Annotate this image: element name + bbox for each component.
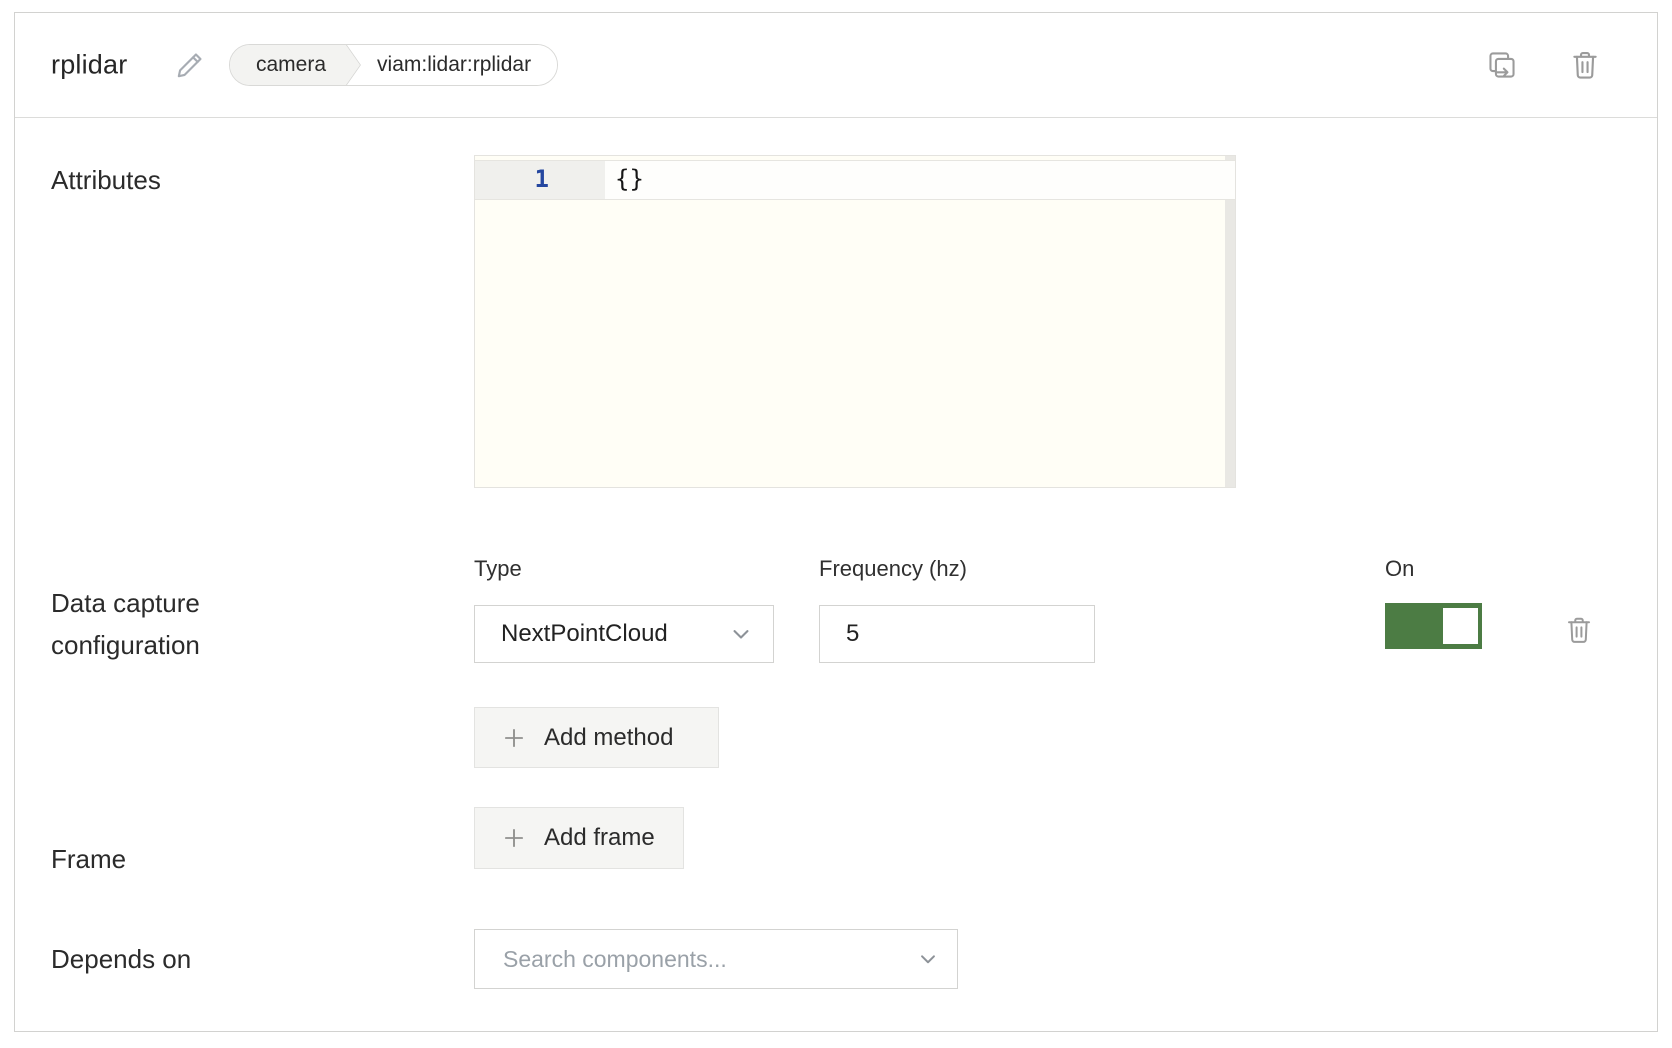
trash-icon <box>1563 614 1595 646</box>
duplicate-icon <box>1485 48 1519 82</box>
frequency-input[interactable] <box>819 605 1095 663</box>
trash-icon <box>1568 48 1602 82</box>
capture-on-toggle[interactable] <box>1385 603 1482 649</box>
capture-type-value: NextPointCloud <box>501 620 668 648</box>
component-type-model-badge: camera viam:lidar:rplidar <box>229 44 558 86</box>
chevron-down-icon <box>727 620 755 648</box>
duplicate-component-button[interactable] <box>1485 48 1519 82</box>
attributes-section-label: Attributes <box>51 165 161 196</box>
depends-on-select[interactable] <box>474 929 958 989</box>
add-frame-label: Add frame <box>544 824 655 852</box>
component-card-header: rplidar camera viam:lidar:rplidar <box>15 13 1657 118</box>
pencil-icon <box>173 48 207 82</box>
depends-on-section-label: Depends on <box>51 944 191 975</box>
frequency-field-label: Frequency (hz) <box>819 556 967 582</box>
depends-on-search-input[interactable] <box>501 945 915 974</box>
delete-component-button[interactable] <box>1568 48 1602 82</box>
editor-line-number: 1 <box>475 161 605 199</box>
editor-active-line: 1 {} <box>475 160 1235 200</box>
delete-capture-method-button[interactable] <box>1563 613 1597 647</box>
edit-name-button[interactable] <box>173 48 207 82</box>
component-type-label: camera <box>230 45 360 85</box>
editor-scrollbar[interactable] <box>1225 156 1235 487</box>
add-method-label: Add method <box>544 724 673 752</box>
frame-section-label: Frame <box>51 844 126 875</box>
plus-icon <box>501 725 527 751</box>
component-config-card: rplidar camera viam:lidar:rplidar <box>14 12 1658 1032</box>
editor-code-text[interactable]: {} <box>605 161 1235 199</box>
data-capture-section-label: Data capture configuration <box>51 582 301 666</box>
component-name: rplidar <box>51 50 127 81</box>
type-field-label: Type <box>474 556 522 582</box>
component-model-label: viam:lidar:rplidar <box>361 45 557 85</box>
add-method-button[interactable]: Add method <box>474 707 719 768</box>
capture-type-select[interactable]: NextPointCloud <box>474 605 774 663</box>
toggle-field-label: On <box>1385 556 1414 582</box>
toggle-knob <box>1443 608 1478 644</box>
add-frame-button[interactable]: Add frame <box>474 807 684 869</box>
plus-icon <box>501 825 527 851</box>
attributes-code-editor[interactable]: 1 {} <box>474 155 1236 488</box>
chevron-down-icon <box>915 946 941 972</box>
